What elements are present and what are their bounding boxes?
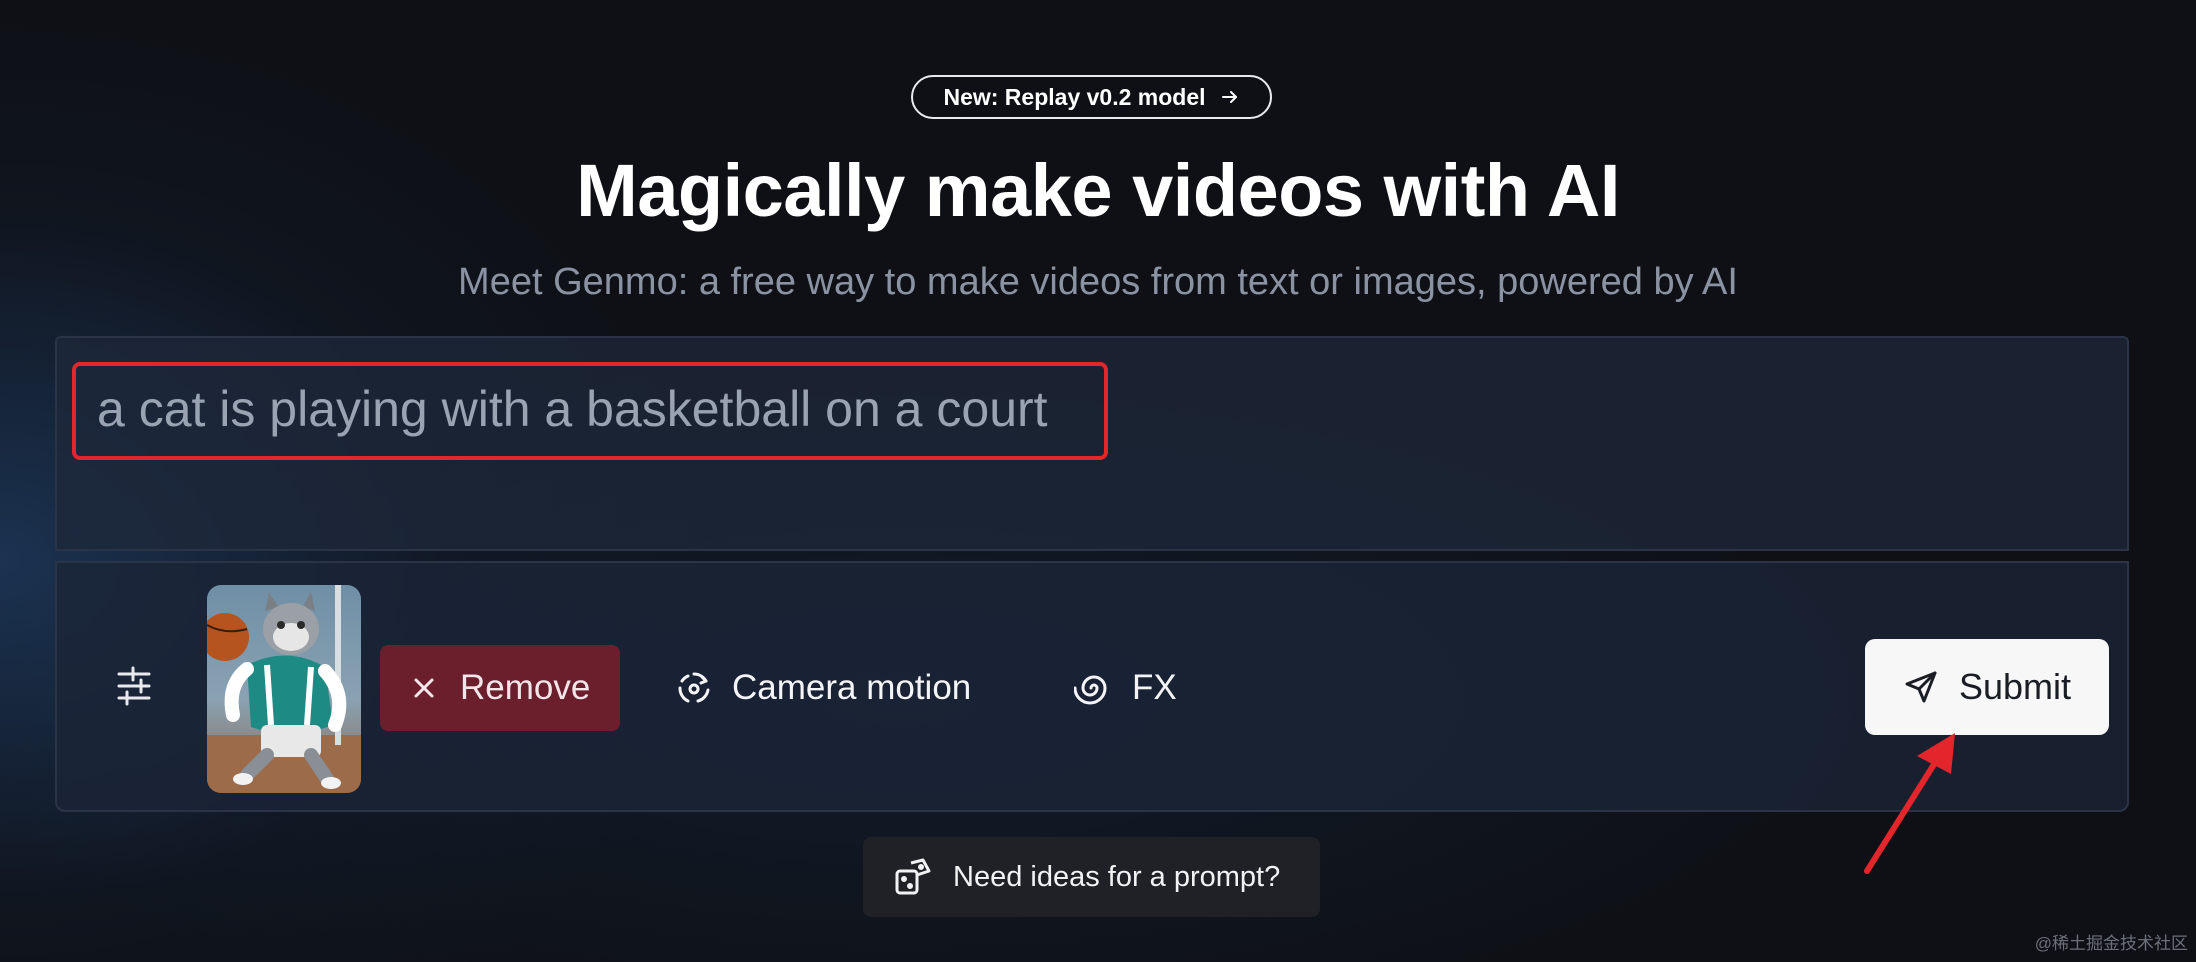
new-model-badge[interactable]: New: Replay v0.2 model: [911, 75, 1272, 119]
camera-motion-label: Camera motion: [732, 668, 972, 707]
new-model-badge-label: New: Replay v0.2 model: [943, 83, 1206, 110]
send-icon: [1905, 671, 1937, 703]
sliders-icon: [117, 666, 151, 706]
submit-label: Submit: [1958, 666, 2072, 707]
prompt-box: [55, 336, 2129, 551]
page-title: Magically make videos with AI: [576, 149, 1620, 232]
arrow-right-icon: [1221, 91, 1237, 103]
watermark: @稀土掘金技术社区: [2034, 934, 2188, 953]
prompt-ideas-label: Need ideas for a prompt?: [953, 860, 1281, 893]
close-icon: [414, 678, 434, 698]
prompt-ideas-button[interactable]: Need ideas for a prompt?: [863, 837, 1320, 917]
remove-image-button[interactable]: Remove: [380, 645, 620, 731]
cat-basketball-image: [207, 585, 361, 793]
red-arrow-annotation: [1864, 733, 1955, 874]
fx-button[interactable]: FX: [1074, 645, 1177, 731]
remove-label: Remove: [460, 668, 591, 707]
page-subtitle: Meet Genmo: a free way to make videos fr…: [458, 261, 1738, 303]
submit-button[interactable]: Submit: [1865, 639, 2109, 735]
dice-icon: [895, 858, 931, 895]
prompt-highlight-annotation: [72, 362, 1108, 460]
page: New: Replay v0.2 model Magically make vi…: [0, 0, 2196, 962]
uploaded-image-thumbnail[interactable]: [207, 585, 361, 793]
fx-label: FX: [1132, 668, 1177, 707]
prompt-toolbar: Remove Camera motion FX Submit: [55, 561, 2129, 812]
spiral-icon: [1074, 675, 1107, 705]
camera-motion-button[interactable]: Camera motion: [674, 645, 971, 731]
camera-motion-icon: [678, 672, 710, 703]
settings-button[interactable]: [111, 663, 157, 709]
